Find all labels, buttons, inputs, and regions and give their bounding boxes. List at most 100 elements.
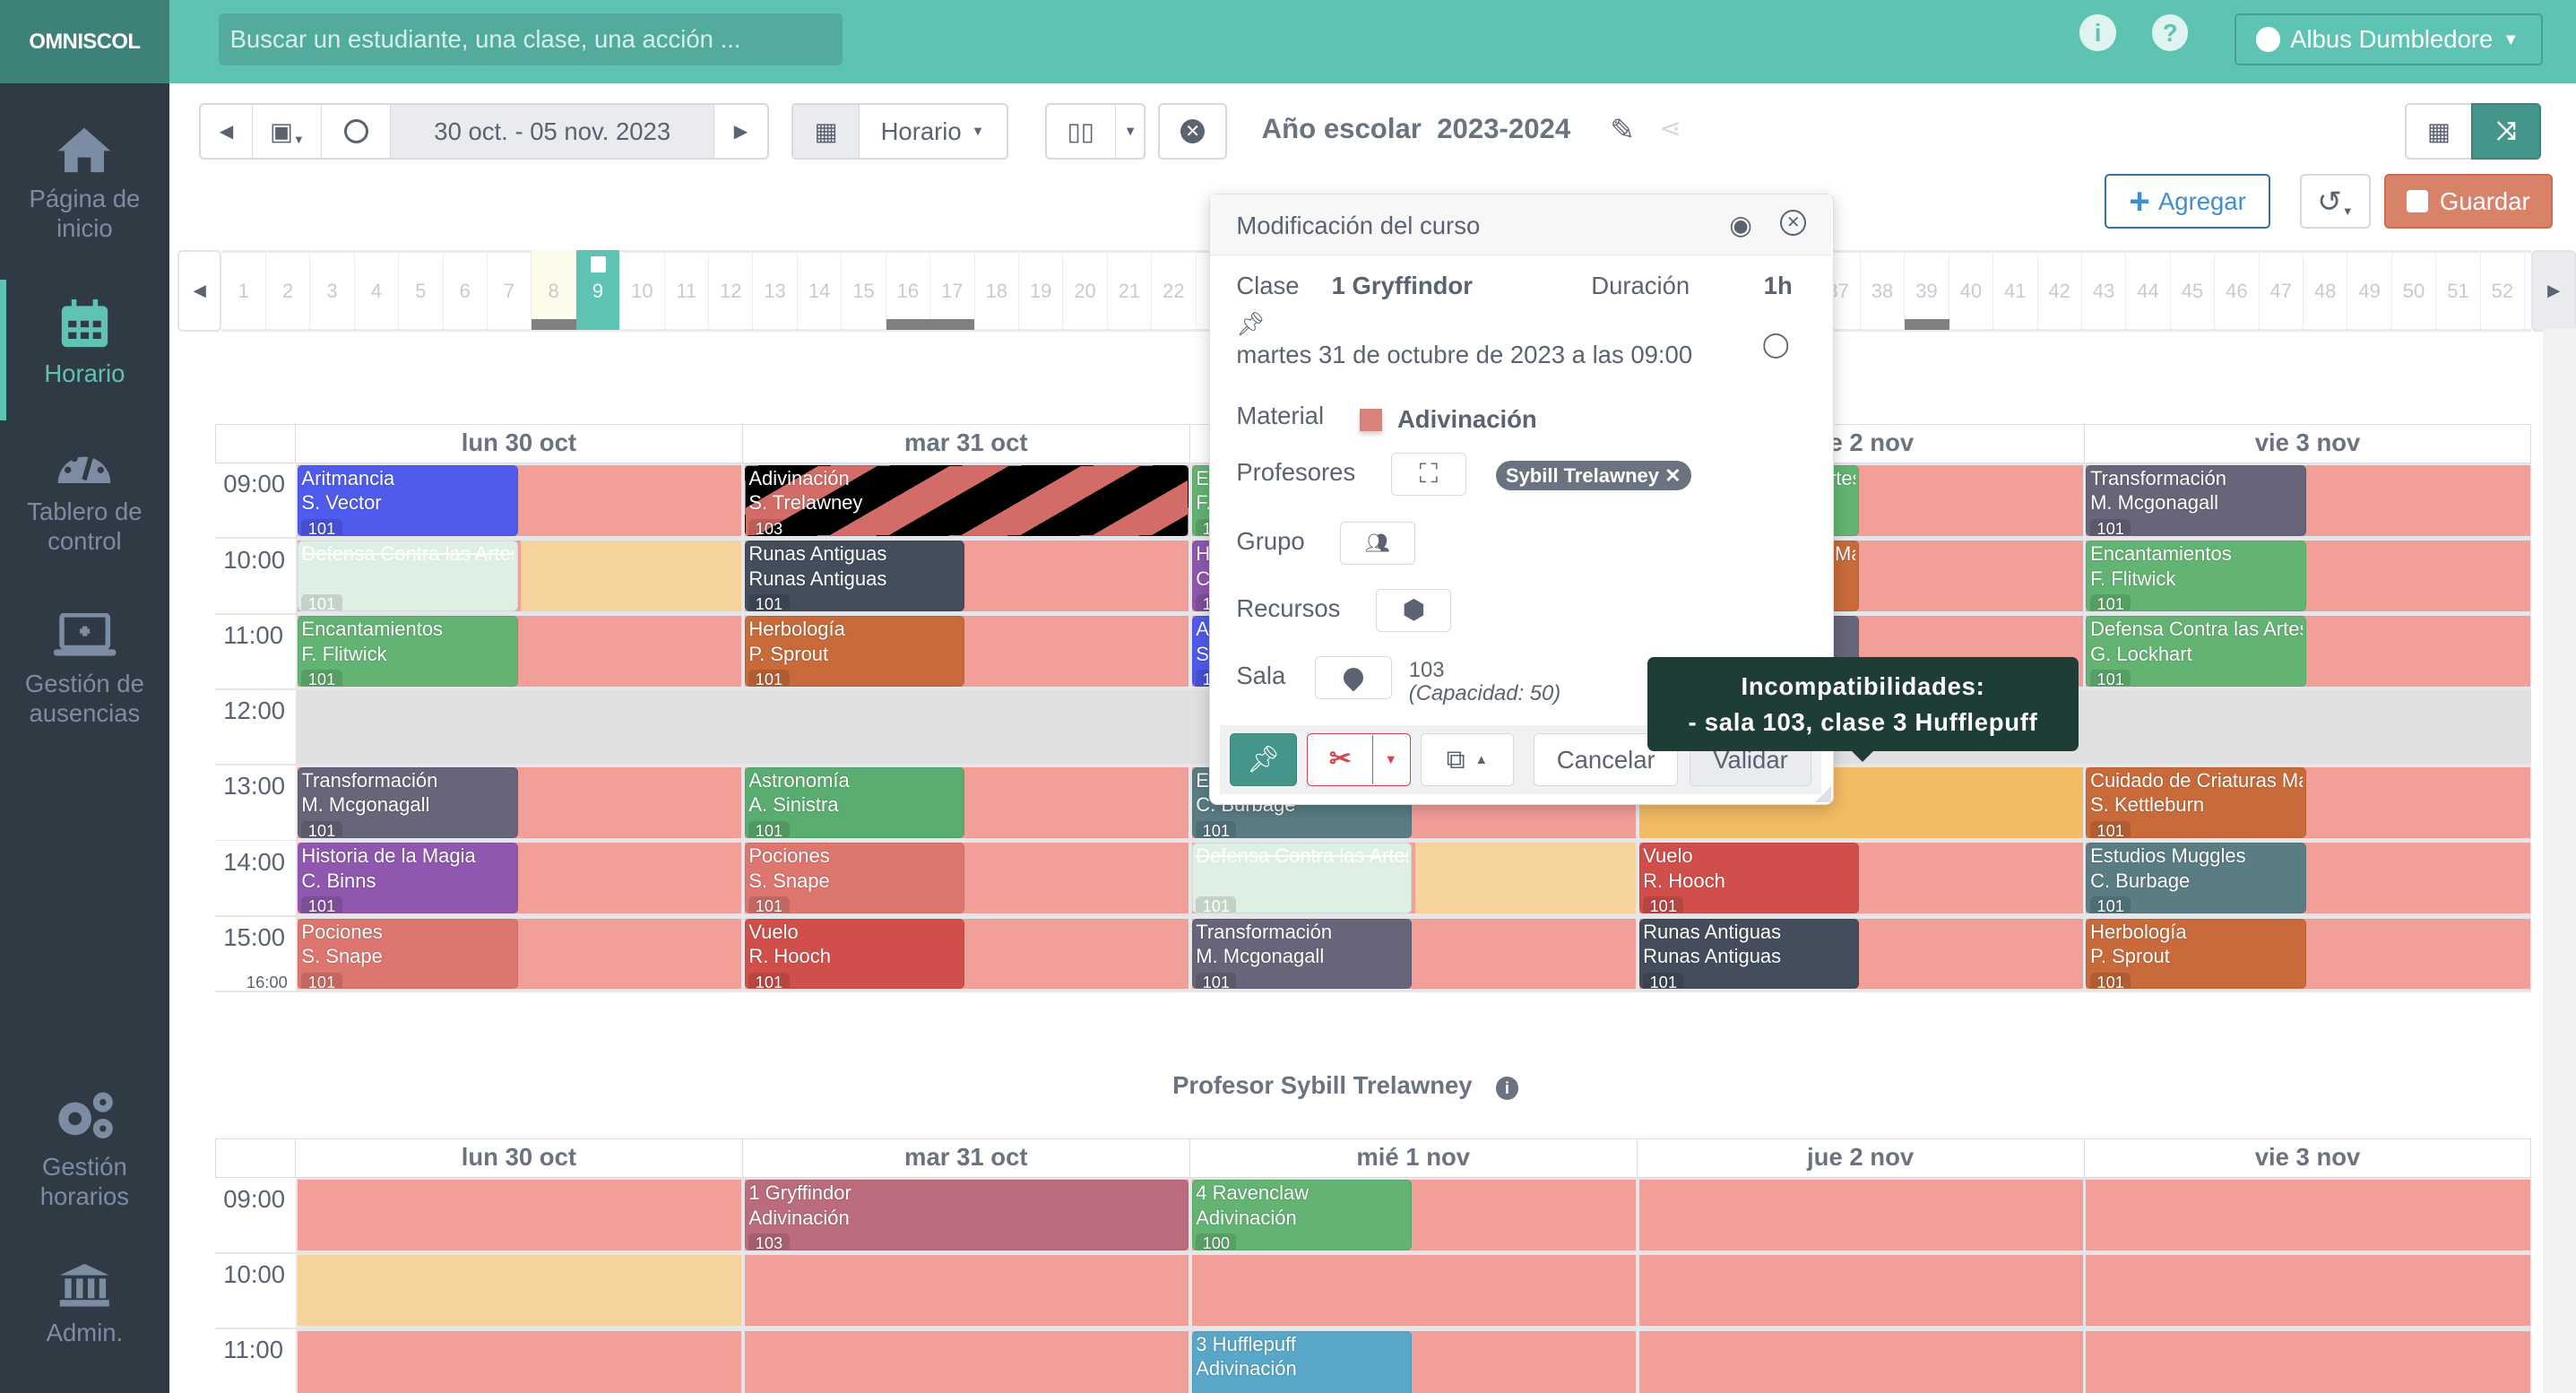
calendar-view-button[interactable]: ▦ [2405, 103, 2472, 159]
week-41[interactable]: 41 [1993, 250, 2037, 331]
course-block[interactable]: HerbologíaP. Sprout101 [745, 616, 965, 687]
course-block[interactable]: 1 GryffindorAdivinación103 [745, 1180, 1189, 1250]
save-button[interactable]: Guardar [2384, 174, 2554, 228]
week-40[interactable]: 40 [1949, 250, 1993, 331]
cut-button[interactable]: ✂ ▼ [1307, 733, 1410, 786]
week-19[interactable]: 19 [1019, 250, 1063, 331]
course-block[interactable]: Cuidado de Criaturas MágicasS. Kettlebur… [2086, 767, 2306, 838]
resources-button[interactable]: ⬢ [1376, 589, 1451, 632]
comment-icon[interactable]: ◯ [1762, 330, 1790, 359]
week-15[interactable]: 15 [842, 250, 886, 331]
pin-icon[interactable]: 📌︎ [1236, 311, 1266, 338]
sidebar-item-schedule-management[interactable]: Gestión horarios [0, 1089, 169, 1211]
week-10[interactable]: 10 [620, 250, 664, 331]
week-6[interactable]: 6 [444, 250, 488, 331]
week-14[interactable]: 14 [798, 250, 842, 331]
week-11[interactable]: 11 [665, 250, 709, 331]
week-13[interactable]: 13 [753, 250, 797, 331]
view-select[interactable]: ▦ Horario ▼ [791, 103, 1008, 159]
history-button[interactable]: ↺▼ [2300, 174, 2371, 228]
course-block[interactable]: EncantamientosF. Flitwick101 [298, 616, 518, 687]
course-block[interactable]: TransformaciónM. Mcgonagall101 [2086, 465, 2306, 536]
course-block[interactable]: AstronomíaA. Sinistra101 [745, 767, 965, 838]
info-icon[interactable]: i [1496, 1077, 1519, 1100]
week-12[interactable]: 12 [709, 250, 753, 331]
week-43[interactable]: 43 [2082, 250, 2126, 331]
week-47[interactable]: 47 [2260, 250, 2304, 331]
weeks-prev-button[interactable]: ◀ [177, 250, 221, 333]
week-1[interactable]: 1 [221, 250, 265, 331]
week-51[interactable]: 51 [2436, 250, 2480, 331]
info-icon[interactable]: i [2079, 14, 2115, 50]
slot-cell[interactable] [298, 1180, 741, 1250]
course-block[interactable]: AdivinaciónS. Trelawney103 [745, 465, 1189, 536]
course-block[interactable]: Defensa Contra las Artes101 [1192, 843, 1413, 913]
week-46[interactable]: 46 [2215, 250, 2259, 331]
week-22[interactable]: 22 [1152, 250, 1196, 331]
slot-cell[interactable] [745, 1255, 1189, 1326]
resize-handle[interactable] [1815, 786, 1831, 802]
week-38[interactable]: 38 [1861, 250, 1905, 331]
course-block[interactable]: Defensa Contra las Artes101 [298, 541, 518, 611]
course-block[interactable]: AritmanciaS. Vector101 [298, 465, 518, 536]
sidebar-item-admin[interactable]: Admin. [0, 1262, 169, 1347]
week-5[interactable]: 5 [399, 250, 443, 331]
add-teacher-button[interactable]: ⛶ [1391, 453, 1466, 496]
course-block[interactable]: Runas AntiguasRunas Antiguas101 [745, 541, 965, 611]
scrollbar-track[interactable] [2543, 329, 2576, 1393]
slot-cell[interactable] [2086, 1255, 2529, 1326]
course-block[interactable]: Estudios MugglesC. Burbage101 [2086, 843, 2306, 913]
search-input[interactable] [219, 13, 843, 66]
add-button[interactable]: +Agregar [2105, 174, 2270, 228]
week-20[interactable]: 20 [1063, 250, 1107, 331]
week-18[interactable]: 18 [974, 250, 1018, 331]
eye-icon[interactable]: ◉ [1729, 210, 1752, 241]
slot-cell[interactable] [1639, 1180, 2083, 1250]
next-week-button[interactable]: ▶ [714, 105, 767, 157]
user-menu-button[interactable]: Albus Dumbledore ▼ [2235, 13, 2544, 66]
date-range[interactable]: 30 oct. - 05 nov. 2023 [391, 105, 714, 157]
course-block[interactable]: 4 RavenclawAdivinación100 [1192, 1180, 1413, 1250]
sidebar-item-horario[interactable]: Horario [0, 299, 169, 388]
remove-chip-icon[interactable]: ✕ [1664, 464, 1681, 487]
course-block[interactable]: Historia de la MagiaC. Binns101 [298, 843, 518, 913]
week-44[interactable]: 44 [2126, 250, 2170, 331]
clock-button[interactable] [322, 105, 391, 157]
week-7[interactable]: 7 [488, 250, 532, 331]
slot-cell[interactable] [745, 1331, 1189, 1393]
slot-cell[interactable] [1639, 1331, 2083, 1393]
slot-cell[interactable] [1192, 1255, 1636, 1326]
group-button[interactable]: 👥︎ [1340, 522, 1415, 565]
course-block[interactable]: Defensa Contra las ArtesG. Lockhart101 [2086, 616, 2306, 687]
week-21[interactable]: 21 [1108, 250, 1152, 331]
sidebar-item-absences[interactable]: Gestión de ausencias [0, 613, 169, 728]
week-3[interactable]: 3 [310, 250, 354, 331]
slot-cell[interactable] [2086, 1331, 2529, 1393]
share-icon[interactable]: ⋖ [1659, 113, 1681, 144]
calendar-dropdown-button[interactable]: ▣▼ [253, 105, 322, 157]
course-block[interactable]: HerbologíaP. Sprout101 [2086, 919, 2306, 990]
copy-button[interactable]: ⧉▲ [1421, 733, 1514, 786]
slot-cell[interactable] [2086, 1180, 2529, 1250]
week-42[interactable]: 42 [2037, 250, 2081, 331]
sidebar-item-dashboard[interactable]: Tablero de control [0, 444, 169, 556]
room-button[interactable] [1315, 656, 1392, 699]
logo[interactable]: OMNISCOL [0, 0, 169, 83]
week-45[interactable]: 45 [2171, 250, 2215, 331]
compare-view-button[interactable]: ▯▯ ▼ [1045, 103, 1145, 159]
course-block[interactable]: PocionesS. Snape101 [298, 919, 518, 990]
course-block[interactable]: TransformaciónM. Mcgonagall101 [298, 767, 518, 838]
week-52[interactable]: 52 [2481, 250, 2525, 331]
sidebar-item-home[interactable]: Página de inicio [0, 125, 169, 243]
week-4[interactable]: 4 [355, 250, 399, 331]
shuffle-view-button[interactable]: ⤨ [2471, 103, 2542, 159]
weeks-next-button[interactable]: ▶ [2531, 250, 2575, 333]
course-block[interactable]: PocionesS. Snape101 [745, 843, 965, 913]
help-icon[interactable]: ? [2152, 14, 2188, 50]
week-2[interactable]: 2 [266, 250, 310, 331]
course-block[interactable]: 3 HufflepuffAdivinación [1192, 1331, 1413, 1393]
week-48[interactable]: 48 [2304, 250, 2347, 331]
slot-cell[interactable] [1639, 1255, 2083, 1326]
course-block[interactable]: EncantamientosF. Flitwick101 [2086, 541, 2306, 611]
course-block[interactable]: VueloR. Hooch101 [745, 919, 965, 990]
